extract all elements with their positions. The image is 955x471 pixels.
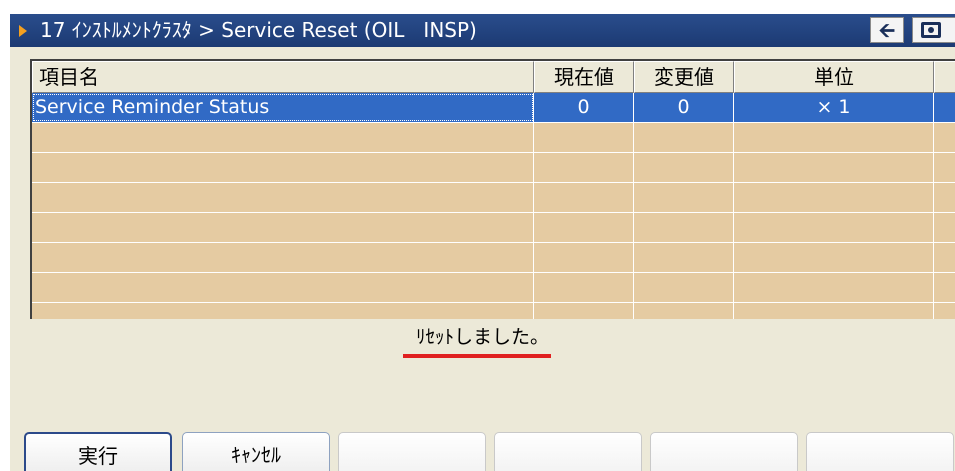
cell-extra: [934, 93, 955, 122]
status-message: ﾘｾｯﾄしました。: [415, 326, 549, 348]
window-title: 17 ｲﾝｽﾄﾙﾒﾝﾄｸﾗｽﾀ > Service Reset (OIL INS…: [40, 18, 477, 42]
back-button[interactable]: 🡨: [870, 17, 904, 43]
empty-table-row[interactable]: [32, 183, 955, 213]
table-header: 項目名 現在値 変更値 単位: [32, 61, 955, 93]
empty-button-3[interactable]: [650, 432, 798, 471]
cell-changed-value: 0: [634, 93, 734, 122]
cancel-button[interactable]: ｷｬﾝｾﾙ: [182, 432, 330, 471]
column-header-unit[interactable]: 単位: [734, 61, 934, 93]
cell-item-name: Service Reminder Status: [32, 93, 534, 122]
empty-table-row[interactable]: [32, 273, 955, 303]
column-header-extra: [934, 61, 955, 93]
orange-arrow-icon: [19, 25, 27, 37]
empty-table-row[interactable]: [32, 153, 955, 183]
empty-button-1[interactable]: [338, 432, 486, 471]
cell-unit: × 1: [734, 93, 934, 122]
execute-button[interactable]: 実行: [24, 432, 172, 471]
empty-table-row[interactable]: [32, 123, 955, 153]
empty-table-row[interactable]: [32, 243, 955, 273]
empty-button-4[interactable]: [806, 432, 954, 471]
message-underline: [403, 354, 551, 358]
column-header-current-value[interactable]: 現在値: [534, 61, 634, 93]
empty-table-row[interactable]: [32, 213, 955, 243]
service-reset-window: 17 ｲﾝｽﾄﾙﾒﾝﾄｸﾗｽﾀ > Service Reset (OIL INS…: [10, 14, 955, 471]
title-bar: 17 ｲﾝｽﾄﾙﾒﾝﾄｸﾗｽﾀ > Service Reset (OIL INS…: [10, 14, 955, 47]
camera-button[interactable]: [912, 17, 955, 43]
back-arrow-icon: 🡨: [878, 18, 896, 42]
data-table: 項目名 現在値 変更値 単位 Service Reminder Status 0…: [30, 59, 955, 319]
empty-button-2[interactable]: [494, 432, 642, 471]
camera-icon: [921, 22, 941, 38]
table-row[interactable]: Service Reminder Status 0 0 × 1: [32, 93, 955, 123]
column-header-item-name[interactable]: 項目名: [32, 61, 534, 93]
empty-table-row[interactable]: [32, 303, 955, 319]
cell-current-value: 0: [534, 93, 634, 122]
column-header-changed-value[interactable]: 変更値: [634, 61, 734, 93]
